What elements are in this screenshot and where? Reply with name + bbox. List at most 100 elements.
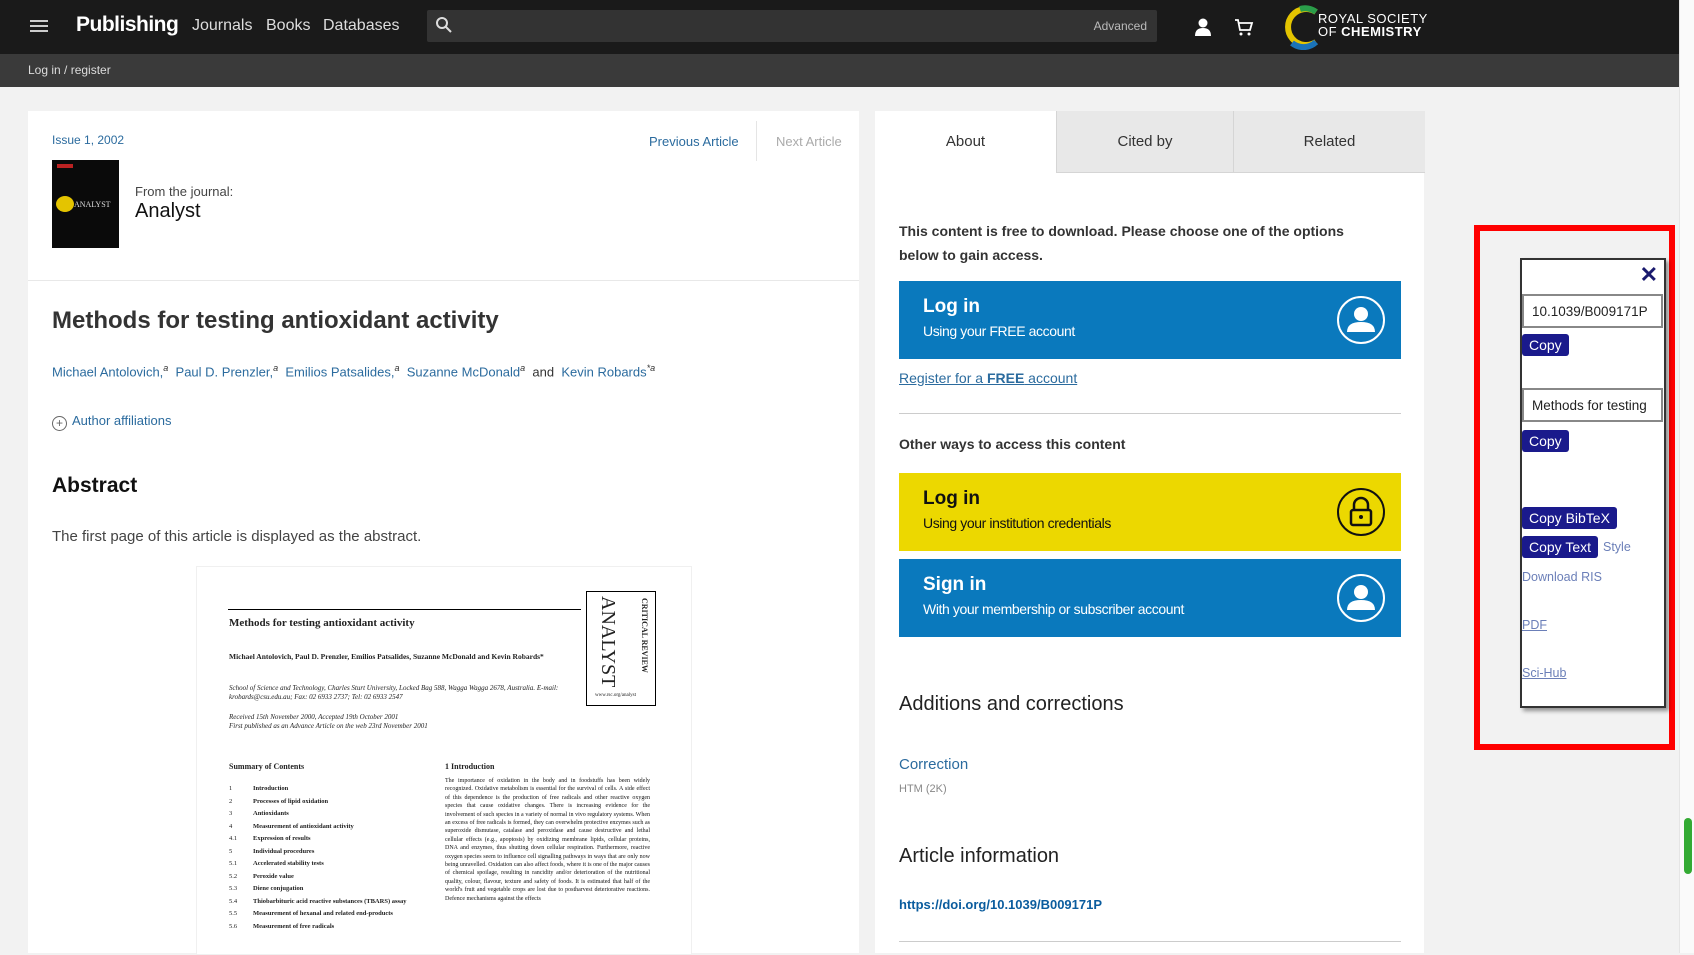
pdf-link[interactable]: PDF [1522, 618, 1547, 632]
menu-icon[interactable] [30, 17, 48, 33]
author-affiliations-toggle[interactable]: + Author affiliations [52, 413, 172, 431]
register-free-account-link[interactable]: Register for a FREE account [899, 370, 1077, 386]
preview-published: First published as an Advance Article on… [229, 722, 428, 730]
preview-journal-box: ANALYST CRITICAL REVIEW www.rsc.org/anal… [586, 591, 656, 706]
register-free: FREE [986, 370, 1025, 386]
toc-row: 4.1 Expression of results [229, 833, 419, 846]
sign-in-membership-button[interactable]: Sign in With your membership or subscrib… [899, 559, 1401, 637]
scihub-link[interactable]: Sci-Hub [1522, 666, 1566, 680]
preview-rule [228, 609, 581, 610]
toc-title: Individual procedures [253, 847, 315, 855]
first-page-preview-image[interactable]: Methods for testing antioxidant activity… [196, 566, 692, 955]
rsc-line2b: CHEMISTRY [1341, 24, 1422, 39]
toc-row: 5.4 Thiobarbituric acid reactive substanc… [229, 896, 419, 909]
preview-intro-text: The importance of oxidation in the body … [445, 778, 650, 902]
author-sup: a [520, 363, 526, 373]
nav-databases[interactable]: Databases [323, 17, 400, 35]
abstract-text: The first page of this article is displa… [52, 528, 422, 545]
toc-row: 5.3 Diene conjugation [229, 883, 419, 896]
divider [28, 280, 859, 281]
preview-title: Methods for testing antioxidant activity [229, 617, 415, 629]
toc-number: 5.5 [229, 910, 238, 917]
nav-divider [756, 121, 757, 161]
style-link[interactable]: Style [1603, 540, 1631, 554]
toc-row: 1 Introduction [229, 783, 419, 796]
tab-about[interactable]: About [875, 111, 1056, 172]
toc-title: Processes of lipid oxidation [253, 797, 329, 805]
copy-doi-button[interactable]: Copy [1522, 334, 1569, 356]
toc-number: 4.1 [229, 835, 238, 842]
abstract-heading: Abstract [52, 474, 138, 497]
article-title: Methods for testing antioxidant activity [52, 307, 499, 334]
advanced-search-link[interactable]: Advanced [1094, 19, 1147, 33]
person-circle-icon [1337, 296, 1385, 344]
htm-size: HTM (2K) [899, 783, 947, 795]
search-icon[interactable] [435, 16, 453, 34]
cover-emblem [56, 196, 74, 212]
rsc-wordmark[interactable]: ROYAL SOCIETY OF CHEMISTRY [1318, 12, 1428, 38]
author-link[interactable]: Suzanne McDonald [407, 364, 520, 379]
toc-title: Measurement of hexanal and related end-p… [253, 910, 393, 917]
toc-title: Expression of results [253, 835, 311, 842]
login-institution-button[interactable]: Log in Using your institution credential… [899, 473, 1401, 551]
issue-link[interactable]: Issue 1, 2002 [52, 133, 124, 147]
search-input[interactable] [463, 14, 1067, 40]
button-title: Sign in [923, 574, 987, 595]
affiliations-label: Author affiliations [72, 413, 172, 428]
toc-title: Antioxidants [253, 810, 289, 817]
login-free-account-button[interactable]: Log in Using your FREE account [899, 281, 1401, 359]
cart-icon[interactable] [1234, 17, 1254, 37]
page-scrollbar[interactable] [1679, 0, 1694, 953]
toc-row: 5.2 Peroxide value [229, 871, 419, 884]
doi-link[interactable]: https://doi.org/10.1039/B009171P [899, 897, 1102, 912]
scrollbar-thumb[interactable] [1684, 818, 1692, 874]
copy-bibtex-button[interactable]: Copy BibTeX [1522, 507, 1617, 529]
preview-authors: Michael Antolovich, Paul D. Prenzler, Em… [229, 652, 544, 661]
copy-title-button[interactable]: Copy [1522, 430, 1569, 452]
correction-link[interactable]: Correction [899, 756, 968, 773]
login-register-link[interactable]: Log in / register [28, 63, 111, 77]
toc-number: 5.3 [229, 885, 238, 892]
toc-title: Measurement of antioxidant activity [253, 822, 354, 830]
toc-number: 5.1 [229, 860, 238, 867]
tab-related[interactable]: Related [1233, 111, 1425, 173]
toc-row: 5 Individual procedures [229, 846, 419, 859]
author-link[interactable]: Paul D. Prenzler, [176, 364, 274, 379]
author-sup: a [273, 363, 279, 373]
journal-cover-image[interactable]: ANALYST [52, 160, 119, 248]
top-bar: Publishing Journals Books Databases Adva… [0, 0, 1680, 54]
brand-publishing[interactable]: Publishing [76, 13, 179, 37]
author-link[interactable]: Michael Antolovich, [52, 364, 163, 379]
divider [899, 413, 1401, 414]
toc-number: 5 [229, 847, 233, 855]
download-ris-link[interactable]: Download RIS [1522, 570, 1602, 584]
close-icon[interactable]: ✕ [1640, 262, 1658, 288]
author-link[interactable]: Kevin Robards [561, 364, 646, 379]
doi-field[interactable] [1522, 294, 1663, 328]
additions-heading: Additions and corrections [899, 693, 1124, 715]
previous-article-link[interactable]: Previous Article [649, 134, 739, 149]
copy-text-button[interactable]: Copy Text [1522, 536, 1598, 558]
nav-books[interactable]: Books [266, 17, 310, 35]
and-text: and [532, 364, 555, 380]
title-field[interactable] [1522, 388, 1663, 422]
toc-number: 2 [229, 797, 233, 805]
toc-title: Thiobarbituric acid reactive substances … [253, 897, 407, 905]
tab-cited-by[interactable]: Cited by [1056, 111, 1233, 173]
preview-critical-review: CRITICAL REVIEW [640, 598, 649, 673]
plus-circle-icon: + [52, 416, 67, 431]
from-journal-label: From the journal: [135, 184, 234, 199]
button-title: Log in [923, 296, 980, 317]
preview-toc: 1 Introduction 2 Processes of lipid oxidati… [229, 783, 419, 933]
preview-address: School of Science and Technology, Charle… [229, 684, 559, 701]
author-link[interactable]: Emilios Patsalides, [285, 364, 394, 379]
side-tabs: About Cited by Related [875, 111, 1425, 173]
user-icon[interactable] [1194, 17, 1212, 37]
journal-name[interactable]: Analyst [135, 200, 201, 223]
citation-popup: ✕ Copy Copy Copy BibTeX Copy Text Style … [1520, 258, 1666, 708]
register-account: account [1024, 370, 1078, 386]
toc-title: Introduction [253, 785, 289, 792]
next-article-link[interactable]: Next Article [776, 134, 842, 149]
sub-bar: Log in / register [0, 54, 1680, 87]
nav-journals[interactable]: Journals [192, 17, 252, 35]
